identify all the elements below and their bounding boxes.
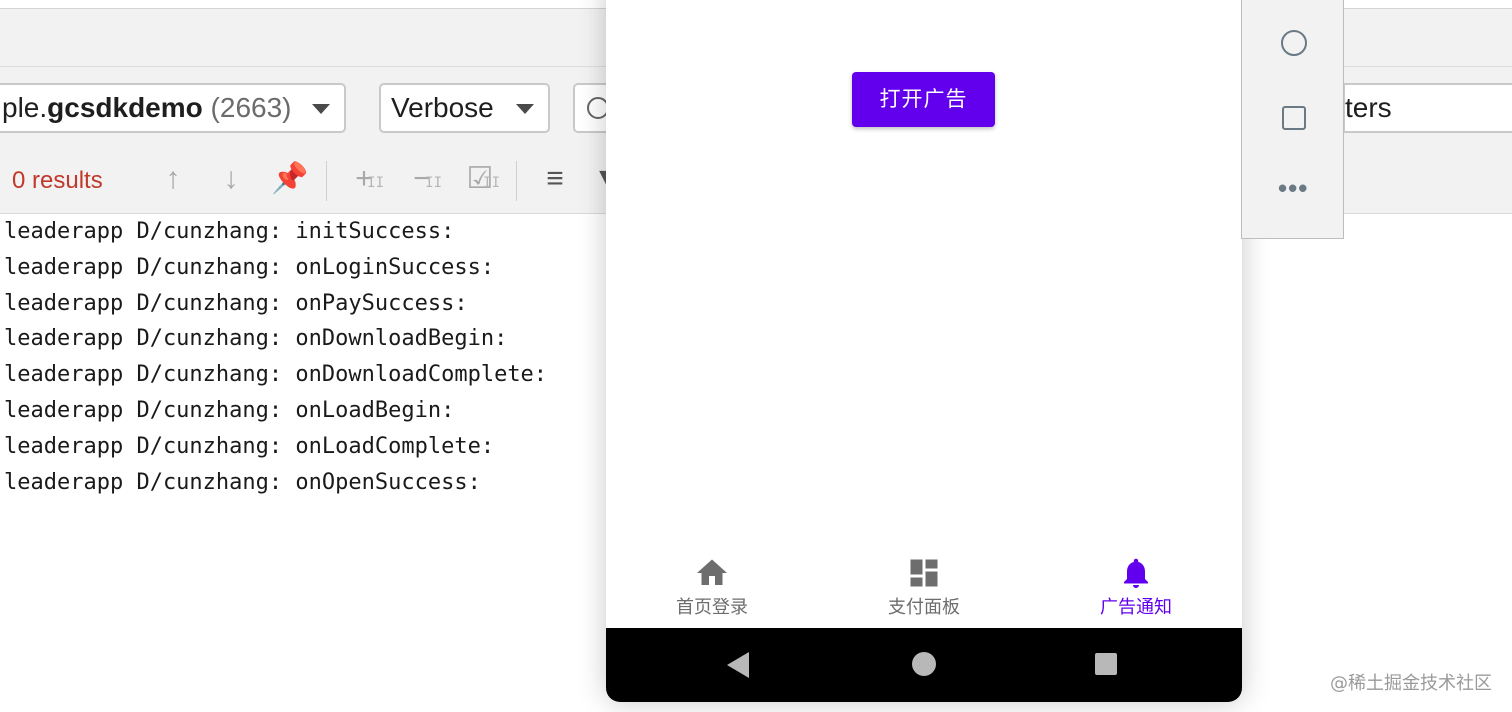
home-circle-icon[interactable] [912,652,936,676]
search-results-count: 0 results [12,167,103,194]
back-icon[interactable] [727,652,749,678]
watermark: @稀土掘金技术社区 [1330,673,1492,694]
log-line: leaderapp D/cunzhang: onLoadComplete: [4,433,495,459]
home-circle-icon[interactable] [1281,30,1307,56]
process-pid: (2663) [202,92,292,123]
toolbar-divider [326,161,327,201]
pin-icon[interactable]: 📌 [271,161,308,197]
arrow-down-icon[interactable]: ↓ [213,161,249,197]
filter-config-label: ters [1345,92,1392,123]
log-level-value: Verbose [391,92,494,123]
soft-wrap-icon[interactable]: ≡ [537,161,573,197]
add-occurrence-icon[interactable]: + II [346,161,384,197]
process-prefix: ple. [2,92,48,123]
log-line: leaderapp D/cunzhang: onDownloadBegin: [4,326,508,352]
log-level-dropdown[interactable]: Verbose [379,83,550,133]
bottom-navigation: 首页登录 支付面板 广告通知 [606,539,1242,628]
process-name: gcsdkdemo [47,92,203,123]
log-line: leaderapp D/cunzhang: initSuccess: [4,219,455,244]
emulator-screen: 打开广告 首页登录 支付面板 广告通知 [606,0,1242,702]
log-line: leaderapp D/cunzhang: onLoginSuccess: [4,254,495,280]
select-all-occurrences-icon[interactable]: ☑ II [462,161,500,197]
log-line: leaderapp D/cunzhang: onDownloadComplete… [4,362,548,388]
remove-occurrence-icon[interactable]: − II [404,161,442,197]
open-ad-button[interactable]: 打开广告 [852,72,995,127]
process-dropdown[interactable]: ple.gcsdkdemo (2663) [0,83,346,133]
more-options-icon[interactable]: ••• [1278,175,1308,202]
log-line: leaderapp D/cunzhang: onPaySuccess: [4,290,468,316]
emulator-side-toolbar: ••• [1241,0,1344,239]
nav-item-label: 广告通知 [1100,597,1172,618]
nav-item-ad-notification[interactable]: 广告通知 [1030,539,1242,628]
arrow-up-icon[interactable]: ↑ [155,161,191,197]
nav-item-payment-panel[interactable]: 支付面板 [818,539,1030,628]
nav-item-label: 首页登录 [676,597,748,618]
chevron-down-icon [516,104,534,114]
home-icon [697,559,727,585]
recents-icon[interactable] [1095,653,1117,675]
dashboard-icon [910,559,938,587]
nav-item-home-login[interactable]: 首页登录 [606,539,818,628]
nav-item-label: 支付面板 [888,597,960,618]
toolbar-divider [516,161,517,201]
log-output: leaderapp D/cunzhang: initSuccess: leade… [0,214,620,712]
log-line: leaderapp D/cunzhang: onLoadBegin: [4,397,455,423]
log-line: leaderapp D/cunzhang: onOpenSuccess: [4,469,481,495]
bell-icon [1124,558,1148,588]
filter-config-dropdown[interactable]: ters [1343,83,1512,133]
system-navigation-bar [606,628,1242,702]
chevron-down-icon [312,104,330,114]
overview-square-icon[interactable] [1282,106,1306,130]
